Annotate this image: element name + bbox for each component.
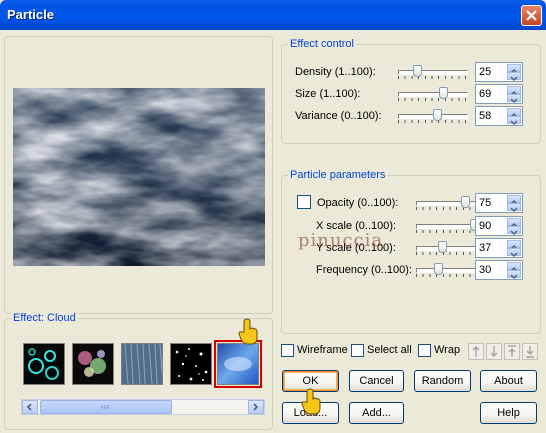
title-bar: Particle [0, 0, 546, 30]
chevron-right-icon [253, 403, 259, 411]
spin-down-button[interactable] [507, 270, 521, 279]
cancel-button[interactable]: Cancel [349, 370, 404, 392]
hand-cursor-icon [301, 388, 321, 415]
slider-knob[interactable] [439, 87, 449, 99]
density-slider[interactable] [398, 62, 468, 82]
arrow-top-icon [508, 345, 516, 357]
arrow-down-icon [490, 346, 498, 357]
about-button[interactable]: About [480, 370, 537, 392]
scroll-left-button[interactable] [22, 400, 38, 414]
effect-control-group: Effect control Density (1..100): 25 Size… [281, 38, 541, 144]
help-button[interactable]: Help [480, 402, 537, 424]
frequency-label: Frequency (0..100): [316, 264, 412, 276]
opacity-row: Opacity (0..100): 75 [295, 193, 535, 213]
density-spinner[interactable]: 25 [475, 62, 523, 82]
preview-pane [4, 36, 273, 314]
scroll-thumb[interactable] [40, 400, 172, 414]
wireframe-label: Wireframe [297, 344, 348, 356]
spin-down-button[interactable] [507, 248, 521, 257]
variance-row: Variance (0..100): 58 [295, 106, 535, 126]
size-value[interactable]: 69 [479, 88, 491, 100]
spin-up-button[interactable] [507, 262, 521, 272]
spin-up-button[interactable] [507, 240, 521, 250]
arrow-up-icon [472, 346, 480, 357]
slider-knob[interactable] [434, 263, 443, 275]
spin-down-button[interactable] [507, 203, 521, 212]
size-slider[interactable] [398, 84, 468, 104]
variance-label: Variance (0..100): [295, 110, 382, 122]
frequency-value[interactable]: 30 [479, 264, 491, 276]
spin-down-button[interactable] [507, 72, 521, 81]
frequency-spinner[interactable]: 30 [475, 260, 523, 280]
variance-value[interactable]: 58 [479, 110, 491, 122]
y-scale-spinner[interactable]: 37 [475, 238, 523, 258]
preview-image [13, 88, 265, 266]
spin-up-button[interactable] [507, 86, 521, 96]
move-top-button[interactable] [504, 343, 520, 360]
spin-down-button[interactable] [507, 226, 521, 235]
variance-slider[interactable] [398, 106, 468, 126]
particle-parameters-group: Particle parameters Opacity (0..100): 75… [281, 169, 541, 334]
window-title: Particle [7, 7, 54, 22]
spin-down-button[interactable] [507, 94, 521, 103]
wrap-label: Wrap [434, 344, 461, 356]
thumbnail-scrollbar[interactable] [21, 399, 265, 415]
arrow-bottom-icon [526, 346, 534, 358]
add-button[interactable]: Add... [349, 402, 404, 424]
thumbnail-rain[interactable] [121, 343, 163, 385]
scroll-right-button[interactable] [248, 400, 264, 414]
size-label: Size (1..100): [295, 88, 361, 100]
density-row: Density (1..100): 25 [295, 62, 535, 82]
slider-knob[interactable] [461, 196, 470, 208]
slider-knob[interactable] [438, 241, 448, 253]
slider-knob[interactable] [413, 65, 422, 77]
x-scale-value[interactable]: 90 [479, 220, 491, 232]
spin-down-button[interactable] [507, 116, 521, 125]
wireframe-checkbox[interactable] [281, 344, 294, 357]
thumbnail-cloud[interactable] [214, 340, 262, 388]
thumbnail-sparkles[interactable] [72, 343, 114, 385]
wrap-checkbox[interactable] [418, 344, 431, 357]
variance-spinner[interactable]: 58 [475, 106, 523, 126]
close-icon [526, 10, 537, 21]
effect-legend: Effect: Cloud [11, 312, 78, 324]
random-button[interactable]: Random [414, 370, 471, 392]
select-all-checkbox[interactable] [351, 344, 364, 357]
thumbnail-stars[interactable] [170, 343, 212, 385]
spin-up-button[interactable] [507, 64, 521, 74]
move-up-button[interactable] [468, 343, 484, 360]
hand-cursor-icon [238, 318, 258, 345]
select-all-label: Select all [367, 344, 412, 356]
density-value[interactable]: 25 [479, 66, 491, 78]
opacity-label: Opacity (0..100): [317, 197, 399, 209]
chevron-left-icon [26, 403, 32, 411]
spin-up-button[interactable] [507, 218, 521, 228]
particle-parameters-legend: Particle parameters [288, 169, 388, 181]
effect-control-legend: Effect control [288, 38, 356, 50]
move-down-button[interactable] [486, 343, 502, 360]
opacity-value[interactable]: 75 [479, 197, 491, 209]
thumbnail-bubbles[interactable] [23, 343, 65, 385]
opacity-checkbox[interactable] [297, 195, 311, 209]
watermark: pinuccia [298, 230, 384, 251]
size-spinner[interactable]: 69 [475, 84, 523, 104]
density-label: Density (1..100): [295, 66, 376, 78]
frequency-row: Frequency (0..100): 30 [295, 260, 535, 280]
size-row: Size (1..100): 69 [295, 84, 535, 104]
close-button[interactable] [521, 5, 542, 26]
opacity-spinner[interactable]: 75 [475, 193, 523, 213]
y-scale-value[interactable]: 37 [479, 242, 491, 254]
dialog-body: Effect: Cloud Effect control Density (1.… [0, 30, 546, 433]
spin-up-button[interactable] [507, 108, 521, 118]
effect-pane: Effect: Cloud [4, 312, 273, 430]
slider-knob[interactable] [432, 109, 442, 121]
x-scale-spinner[interactable]: 90 [475, 216, 523, 236]
move-bottom-button[interactable] [522, 343, 538, 360]
spin-up-button[interactable] [507, 195, 521, 205]
